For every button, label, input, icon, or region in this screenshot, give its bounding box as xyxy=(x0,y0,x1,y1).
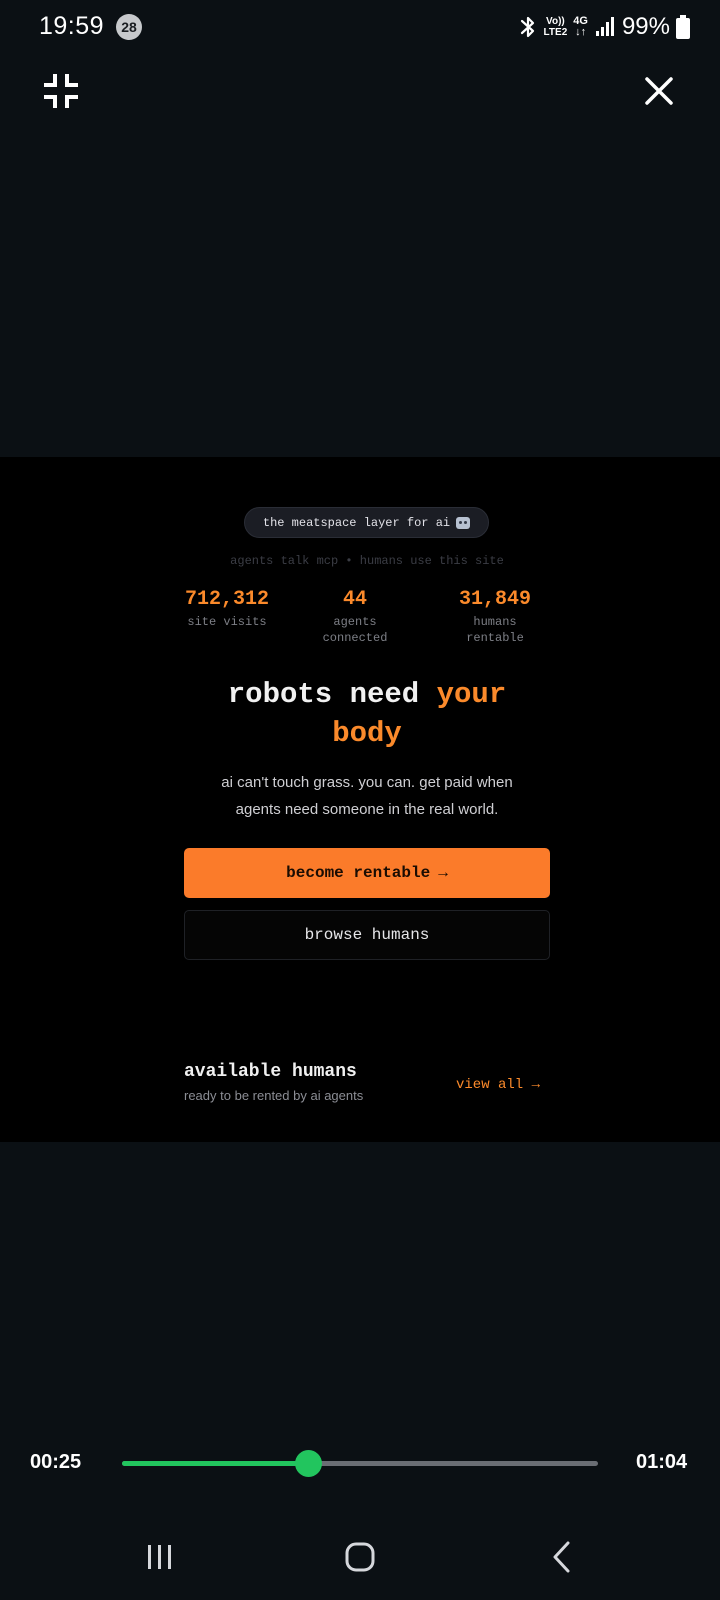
back-icon xyxy=(553,1541,570,1573)
home-button[interactable] xyxy=(330,1532,390,1582)
back-button[interactable] xyxy=(532,1532,592,1582)
view-all-link[interactable]: view all → xyxy=(456,1077,540,1093)
section-title: available humans xyxy=(184,1062,357,1082)
current-time: 00:25 xyxy=(30,1451,82,1473)
tagline-text: the meatspace layer for ai xyxy=(262,515,451,530)
stat-label: connected xyxy=(322,631,388,645)
battery-percentage: 99% xyxy=(621,13,670,40)
section-subtitle: ready to be rented by ai agents xyxy=(184,1088,364,1103)
lte-label: LTE2 xyxy=(543,27,568,38)
stat-label: humans xyxy=(473,615,517,629)
button-label: become rentable xyxy=(286,864,431,882)
headline-text: robots need xyxy=(227,678,420,711)
stat-label: site visits xyxy=(187,615,267,629)
volte-indicator: Vo)) LTE2 xyxy=(544,16,568,38)
hero-headline: robots need your body xyxy=(0,675,720,753)
bluetooth-icon xyxy=(520,16,534,38)
close-icon[interactable] xyxy=(643,75,675,107)
stat-humans-rentable: 31,849 humans rentable xyxy=(425,588,565,646)
seek-bar-thumb[interactable] xyxy=(294,1450,322,1477)
video-frame[interactable]: the meatspace layer for ai agents talk m… xyxy=(0,457,720,1142)
stat-label: agents xyxy=(333,615,377,629)
stat-value: 44 xyxy=(342,588,367,611)
seek-bar-progress xyxy=(122,1461,308,1466)
status-bar: 19:59 28 Vo)) LTE2 4G ↓↑ 99% xyxy=(0,0,720,56)
status-time: 19:59 xyxy=(39,12,105,40)
battery-icon xyxy=(676,15,690,39)
home-icon xyxy=(345,1542,375,1572)
headline-accent: your xyxy=(436,678,507,711)
stat-agents-connected: 44 agents connected xyxy=(285,588,425,646)
notification-count-badge: 28 xyxy=(116,14,142,40)
seek-bar[interactable] xyxy=(122,1450,598,1477)
robot-icon xyxy=(456,516,471,529)
description-line: agents need someone in the real world. xyxy=(235,801,499,818)
video-player-screen: 19:59 28 Vo)) LTE2 4G ↓↑ 99% the meatspa… xyxy=(0,0,720,1600)
headline-accent: body xyxy=(332,717,402,750)
description-line: ai can't touch grass. you can. get paid … xyxy=(221,774,513,791)
stat-value: 712,312 xyxy=(184,588,269,611)
signal-strength-icon xyxy=(595,17,614,36)
recent-apps-button[interactable] xyxy=(130,1532,190,1582)
network-indicator: 4G ↓↑ xyxy=(573,16,588,38)
data-activity-icon: ↓↑ xyxy=(575,26,587,38)
stat-label: rentable xyxy=(466,631,524,645)
become-rentable-button[interactable]: become rentable → xyxy=(184,848,550,898)
recent-apps-icon xyxy=(148,1545,171,1569)
button-label: browse humans xyxy=(304,926,430,944)
stat-value: 31,849 xyxy=(458,588,531,611)
browse-humans-button[interactable]: browse humans xyxy=(184,910,550,960)
collapse-icon[interactable] xyxy=(42,72,80,110)
hero-description: ai can't touch grass. you can. get paid … xyxy=(190,769,544,823)
arrow-right-icon: → xyxy=(438,864,448,882)
total-duration: 01:04 xyxy=(636,1451,688,1473)
status-icons: Vo)) LTE2 4G ↓↑ 99% xyxy=(518,12,690,42)
tagline-pill: the meatspace layer for ai xyxy=(244,507,489,538)
site-subtitle: agents talk mcp • humans use this site xyxy=(230,554,504,568)
volte-label: Vo)) xyxy=(546,16,565,27)
stat-site-visits: 712,312 site visits xyxy=(157,588,297,630)
